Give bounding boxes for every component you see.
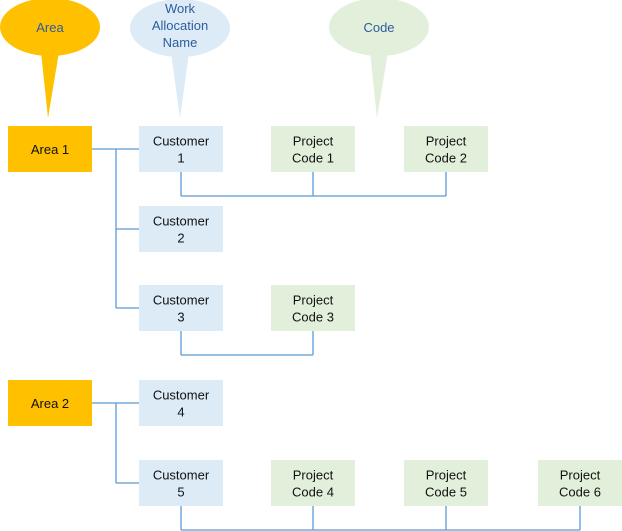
project-code-label: Code 4 (292, 485, 334, 500)
customer-label: 3 (177, 310, 184, 325)
callout-tail (41, 52, 59, 118)
project-code-label: Code 1 (292, 151, 334, 166)
code-connector (180, 331, 314, 356)
project-code-label: Code 5 (425, 485, 467, 500)
customer-label: 2 (177, 231, 184, 246)
project-code-label: Project (293, 293, 334, 308)
project-code-label: Code 3 (292, 310, 334, 325)
code-connector (180, 506, 581, 531)
area-label: Area 2 (31, 396, 69, 411)
callout-tail (171, 53, 189, 118)
code-connector (180, 172, 447, 197)
customer-label: 5 (177, 485, 184, 500)
customer-label: 1 (177, 151, 184, 166)
customer-label: Customer (153, 214, 210, 229)
project-code-label: Project (426, 134, 467, 149)
area-label: Area 1 (31, 142, 69, 157)
callout-area (0, 0, 100, 118)
project-code-label: Code 2 (425, 151, 467, 166)
customer-label: Customer (153, 293, 210, 308)
project-code-label: Project (293, 134, 334, 149)
work-allocation-diagram: Area Work Allocation Name Code Area 1 Customer… (0, 0, 622, 531)
callout-label: Allocation (152, 18, 208, 33)
customer-label: Customer (153, 388, 210, 403)
customer-label: 4 (177, 405, 184, 420)
callout-label: Code (363, 20, 394, 35)
callout-tail (370, 52, 388, 118)
project-code-label: Project (426, 468, 467, 483)
callout-label: Name (163, 35, 198, 50)
customer-label: Customer (153, 468, 210, 483)
area-group: Area 2 (8, 380, 622, 531)
area-group: Area 1 (8, 126, 488, 356)
callout-label: Area (36, 20, 64, 35)
project-code-label: Project (560, 468, 601, 483)
callout-label: Work (165, 1, 196, 16)
project-code-label: Code 6 (559, 485, 601, 500)
callout-code (329, 0, 429, 118)
project-code-label: Project (293, 468, 334, 483)
customer-label: Customer (153, 134, 210, 149)
